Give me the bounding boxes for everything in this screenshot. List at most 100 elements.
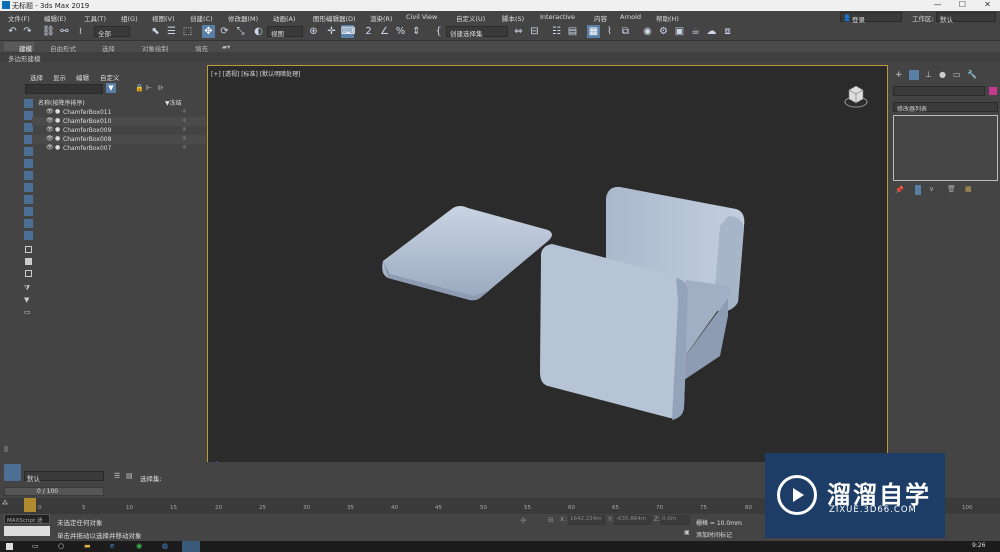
redo-icon[interactable]: ↷ bbox=[21, 25, 34, 38]
a360-gallery-icon[interactable]: ⧈ bbox=[721, 25, 734, 38]
menu-modifiers[interactable]: 修改器(M) bbox=[228, 13, 258, 23]
select-by-name-icon[interactable]: ☰ bbox=[165, 25, 178, 38]
menu-interactive[interactable]: Interactive bbox=[540, 13, 575, 21]
menu-create[interactable]: 创建(C) bbox=[190, 13, 213, 23]
file-explorer-icon[interactable]: ▬ bbox=[84, 542, 91, 550]
wechat-icon[interactable]: ◍ bbox=[162, 542, 168, 550]
maxscript-output[interactable] bbox=[4, 526, 50, 536]
add-time-tag-label[interactable]: 添加时间标记 bbox=[696, 530, 732, 539]
object-color-swatch[interactable] bbox=[989, 87, 997, 95]
freeze-icon[interactable]: ❄ bbox=[182, 135, 187, 142]
ie-icon[interactable]: e bbox=[110, 542, 114, 550]
timeline-toggle-icon[interactable]: ⁂ bbox=[2, 500, 8, 507]
mirror-icon[interactable]: ⇔ bbox=[512, 25, 525, 38]
minimize-button[interactable]: — bbox=[925, 0, 950, 11]
display-none-icon[interactable] bbox=[24, 99, 33, 108]
chamfer-box-seat-left[interactable] bbox=[382, 206, 552, 301]
selection-filter-dropdown[interactable]: 全部 bbox=[94, 26, 130, 38]
time-slider[interactable]: 0 / 100 bbox=[4, 487, 104, 496]
display-xrefs-icon[interactable] bbox=[24, 195, 33, 204]
hierarchy-icon[interactable]: ⊩ bbox=[146, 84, 152, 92]
scene-explorer-toggle-icon[interactable]: ☷ bbox=[550, 25, 563, 38]
display-containers-icon[interactable] bbox=[24, 219, 33, 228]
windows-start-icon[interactable] bbox=[6, 543, 13, 550]
menu-group[interactable]: 组(G) bbox=[121, 13, 138, 23]
freeze-icon[interactable]: ❄ bbox=[182, 126, 187, 133]
scene-menu-customize[interactable]: 自定义 bbox=[100, 72, 120, 82]
link-icon[interactable]: ⛓ bbox=[42, 25, 55, 38]
modify-tab-icon[interactable] bbox=[909, 70, 919, 80]
cortana-icon[interactable]: ○ bbox=[58, 542, 64, 550]
layer-manager-icon[interactable]: ▤ bbox=[126, 472, 133, 480]
visibility-eye-icon[interactable]: 👁 bbox=[46, 144, 54, 151]
remove-modifier-icon[interactable]: 🗑 bbox=[947, 185, 956, 193]
display-groups-icon[interactable] bbox=[24, 183, 33, 192]
menu-arnold[interactable]: Arnold bbox=[620, 13, 641, 21]
display-all-icon[interactable] bbox=[25, 246, 32, 253]
menu-content[interactable]: 内容 bbox=[594, 13, 607, 23]
menu-animation[interactable]: 动画(A) bbox=[273, 13, 296, 23]
layer-dropdown[interactable]: 默认 bbox=[24, 471, 104, 483]
render-in-cloud-icon[interactable]: ☁ bbox=[705, 25, 718, 38]
filter-icon[interactable]: ▼ bbox=[106, 83, 116, 93]
snaps-toggle-icon[interactable]: 2 bbox=[362, 25, 375, 38]
schematic-view-icon[interactable]: ⧉ bbox=[619, 25, 632, 38]
menu-views[interactable]: 视图(V) bbox=[152, 13, 175, 23]
viewport-layout-tab[interactable] bbox=[4, 446, 8, 452]
keyboard-shortcut-toggle-icon[interactable]: ⌨ bbox=[341, 25, 355, 38]
scene-row[interactable]: 👁 ● ChamferBox007 ❄ bbox=[32, 144, 206, 153]
filter-funnel-icon[interactable]: ⧩ bbox=[24, 284, 30, 293]
time-tag-icon[interactable]: ▣ bbox=[684, 529, 690, 536]
motion-tab-icon[interactable]: ● bbox=[939, 70, 946, 79]
visibility-eye-icon[interactable]: 👁 bbox=[46, 108, 54, 115]
named-selection-dropdown[interactable]: 创建选择集 bbox=[446, 26, 508, 38]
placement-icon[interactable]: ◐ bbox=[252, 25, 265, 38]
angle-snap-icon[interactable]: ∠ bbox=[378, 25, 391, 38]
layers-icon[interactable]: ☰ bbox=[114, 472, 120, 480]
coord-x-field[interactable]: 1642.224m bbox=[568, 515, 606, 525]
display-invert-icon[interactable] bbox=[25, 270, 32, 277]
rendered-frame-window-icon[interactable]: ▣ bbox=[673, 25, 686, 38]
rect-selection-icon[interactable]: ⬚ bbox=[181, 25, 194, 38]
make-unique-icon[interactable]: ∨ bbox=[929, 185, 934, 193]
lock-icon[interactable]: 🔒 bbox=[135, 84, 144, 92]
3dsmax-taskbar-icon[interactable] bbox=[182, 541, 200, 552]
hierarchy-tab-icon[interactable]: ⊥ bbox=[925, 70, 932, 79]
unlink-icon[interactable]: ⚯ bbox=[58, 25, 71, 38]
coord-y-field[interactable]: -635.864m bbox=[614, 515, 652, 525]
sync-icon[interactable]: ⊪ bbox=[158, 84, 164, 92]
visibility-eye-icon[interactable]: 👁 bbox=[46, 126, 54, 133]
select-scale-icon[interactable]: ⤡ bbox=[234, 25, 247, 38]
curve-editor-icon[interactable]: ⌇ bbox=[603, 25, 616, 38]
scene-row[interactable]: 👁 ● ChamferBox009 ❄ bbox=[32, 126, 206, 135]
menu-rendering[interactable]: 渲染(R) bbox=[370, 13, 393, 23]
undo-icon[interactable]: ↶ bbox=[6, 25, 19, 38]
pivot-center-icon[interactable]: ⊕ bbox=[307, 25, 320, 38]
display-tab-icon[interactable]: ▭ bbox=[953, 70, 961, 79]
column-name-header[interactable]: 名称(按降序排序) bbox=[38, 98, 85, 107]
display-children-icon[interactable]: ▭ bbox=[24, 308, 31, 316]
ribbon-options-icon[interactable]: ▰▾ bbox=[222, 43, 230, 51]
display-frozen-icon[interactable] bbox=[24, 231, 33, 240]
scene-search-input[interactable] bbox=[25, 84, 103, 94]
menu-help[interactable]: 帮助(H) bbox=[656, 13, 679, 23]
visibility-eye-icon[interactable]: 👁 bbox=[46, 135, 54, 142]
edit-named-selection-icon[interactable]: { bbox=[432, 25, 445, 38]
menu-edit[interactable]: 编辑(E) bbox=[44, 13, 66, 23]
ribbon-toggle-icon[interactable]: ▦ bbox=[587, 25, 600, 38]
scene-row[interactable]: 👁 ● ChamferBox010 ❄ bbox=[32, 117, 206, 126]
object-name-field[interactable] bbox=[893, 86, 985, 96]
column-freeze-header[interactable]: ▼冻结 bbox=[165, 98, 182, 107]
bind-space-warp-icon[interactable]: ≀ bbox=[74, 25, 87, 38]
create-tab-icon[interactable]: + bbox=[895, 70, 903, 80]
select-manipulate-icon[interactable]: ✛ bbox=[325, 25, 338, 38]
menu-civil-view[interactable]: Civil View bbox=[406, 13, 437, 21]
align-icon[interactable]: ⊟ bbox=[528, 25, 541, 38]
workspace-dropdown[interactable]: 默认 bbox=[936, 12, 996, 24]
select-object-icon[interactable]: ⬉ bbox=[149, 25, 162, 38]
select-move-icon[interactable]: ✥ bbox=[202, 25, 215, 38]
coord-z-field[interactable]: 0.0m bbox=[660, 515, 690, 525]
scene-menu-display[interactable]: 显示 bbox=[53, 72, 66, 82]
scene-menu-select[interactable]: 选择 bbox=[30, 72, 43, 82]
menu-file[interactable]: 文件(F) bbox=[8, 13, 30, 23]
